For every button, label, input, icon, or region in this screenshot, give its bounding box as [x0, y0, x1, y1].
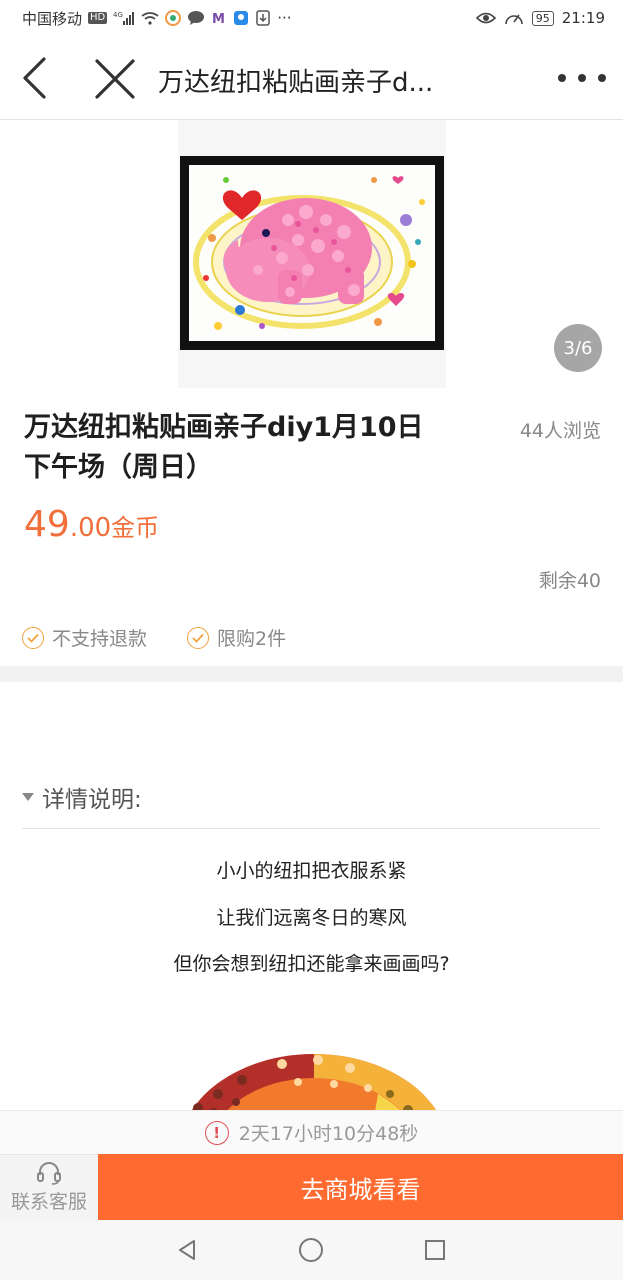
message-icon [187, 10, 205, 26]
caret-down-icon [22, 793, 34, 801]
detail-line: 但你会想到纽扣还能拿来画画吗? [173, 953, 450, 975]
countdown-text: 2天17小时10分48秒 [238, 1123, 419, 1145]
exclamation-circle-icon: ! [204, 1120, 229, 1145]
headset-icon [37, 1162, 61, 1185]
tag-no-refund: 不支持退款 [22, 624, 147, 651]
contact-service-label: 联系客服 [10, 1191, 87, 1213]
status-right: 95 21:19 [475, 9, 605, 27]
detail-image [178, 1034, 450, 1112]
system-back-button[interactable] [173, 1235, 203, 1265]
stock-remaining: 剩余40 [538, 570, 601, 592]
back-button[interactable] [14, 54, 54, 102]
price-integer: 49 [24, 504, 70, 545]
app-notification-icon [165, 10, 182, 26]
policy-tags: 不支持退款 限购2件 [22, 624, 286, 651]
download-app-icon [255, 10, 271, 26]
detail-line: 小小的纽扣把衣服系紧 [216, 860, 407, 882]
system-nav-bar [0, 1220, 623, 1280]
price-decimal: .00 [69, 513, 112, 543]
circle-home-icon [299, 1238, 324, 1262]
gallery-pager-badge: 3/6 [554, 324, 602, 372]
product-title: 万达纽扣粘贴画亲子diy1月10日下午场（周日） [24, 412, 424, 483]
check-circle-icon [22, 626, 44, 649]
tag-purchase-limit: 限购2件 [187, 624, 286, 651]
more-dot [598, 74, 606, 82]
status-bar: 中国移动 HD 4G M ··· 95 21:19 [0, 0, 623, 36]
more-options-button[interactable] [558, 66, 606, 90]
system-recent-button[interactable] [420, 1235, 450, 1265]
close-button[interactable] [92, 56, 138, 102]
details-heading[interactable]: 详情说明: [22, 780, 142, 814]
eye-icon [475, 11, 496, 25]
product-gallery[interactable]: 3/6 [0, 120, 623, 388]
mail-icon: M [211, 11, 227, 25]
signal-icon: 4G [113, 10, 135, 26]
status-left: 中国移动 HD 4G M ··· [22, 8, 292, 29]
square-recent-icon [425, 1240, 446, 1260]
action-bar: 联系客服 去商城看看 [0, 1154, 623, 1220]
section-divider [0, 666, 623, 682]
triangle-back-icon [178, 1240, 195, 1260]
detail-line: 让我们远离冬日的寒风 [216, 907, 407, 929]
battery-icon: 95 [531, 10, 554, 26]
close-icon [95, 59, 135, 99]
more-dots-icon [558, 74, 566, 82]
countdown-bar: ! 2天17小时10分48秒 [0, 1110, 623, 1154]
wifi-icon [141, 11, 159, 25]
chevron-left-icon [23, 57, 46, 99]
carrier-label: 中国移动 [22, 9, 83, 28]
more-dot [578, 74, 586, 82]
location-app-icon [233, 10, 249, 26]
hd-badge: HD [88, 12, 108, 24]
check-circle-icon [187, 626, 210, 649]
clock: 21:19 [561, 9, 605, 27]
contact-service-button[interactable]: 联系客服 [0, 1154, 98, 1220]
view-count: 44人浏览 [519, 420, 601, 442]
page-title: 万达纽扣粘贴画亲子d... [158, 68, 434, 98]
product-image[interactable] [178, 120, 446, 388]
system-home-button[interactable] [296, 1235, 326, 1265]
tag-label: 限购2件 [217, 628, 287, 650]
price-unit: 金币 [111, 514, 160, 542]
tag-label: 不支持退款 [52, 628, 148, 650]
details-divider [22, 828, 600, 829]
more-notifications: ··· [277, 9, 292, 27]
svg-text:4G: 4G [113, 11, 123, 19]
svg-text:M: M [212, 12, 225, 25]
details-heading-label: 详情说明: [42, 787, 142, 813]
go-to-mall-button[interactable]: 去商城看看 [98, 1154, 623, 1220]
nav-bar: 万达纽扣粘贴画亲子d... [0, 36, 623, 120]
price: 49.00金币 [24, 504, 159, 545]
speed-icon [504, 10, 524, 26]
